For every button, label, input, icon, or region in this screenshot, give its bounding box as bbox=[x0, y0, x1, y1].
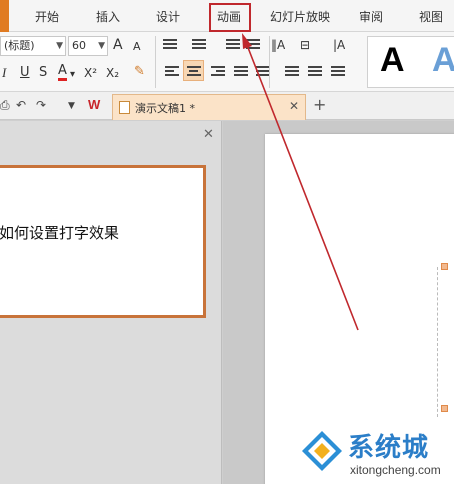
undo-icon[interactable]: ↶ bbox=[16, 98, 26, 112]
ribbon-divider bbox=[155, 36, 156, 88]
font-color-button[interactable]: A bbox=[58, 63, 67, 81]
chevron-down-icon[interactable]: ▾ bbox=[70, 66, 75, 84]
quick-access-bar: ⎙ ↶ ↷ ▼ W 演示文稿1 * ✕ + bbox=[0, 92, 454, 120]
tab-insert[interactable]: 插入 bbox=[96, 8, 120, 25]
increase-indent-icon[interactable] bbox=[246, 39, 260, 51]
underline-button[interactable]: U bbox=[20, 64, 30, 82]
slides-panel: ✕ 如何设置打字效果 bbox=[0, 121, 222, 484]
font-size-value: 60 bbox=[72, 39, 86, 52]
align-right-icon[interactable] bbox=[211, 66, 225, 78]
align-text-icon[interactable]: ⊟ bbox=[300, 36, 310, 54]
chevron-down-icon: ▼ bbox=[98, 41, 105, 51]
slide-thumbnail[interactable]: 如何设置打字效果 bbox=[0, 165, 206, 318]
shadow-button[interactable]: S bbox=[39, 64, 47, 82]
align-left-icon[interactable] bbox=[165, 66, 179, 78]
animation-tab-highlight bbox=[209, 3, 251, 32]
bullet-list-icon[interactable] bbox=[163, 39, 177, 51]
chevron-down-icon[interactable]: ▼ bbox=[68, 101, 75, 111]
document-tab[interactable]: 演示文稿1 * ✕ bbox=[112, 94, 306, 120]
resize-handle[interactable] bbox=[441, 263, 448, 270]
justify-icon[interactable] bbox=[234, 66, 248, 78]
text-box-frame[interactable] bbox=[437, 267, 454, 417]
document-title: 演示文稿1 * bbox=[135, 102, 195, 115]
ribbon-divider bbox=[269, 36, 270, 88]
site-watermark: 系统城 xitongcheng.com bbox=[300, 425, 454, 484]
resize-handle[interactable] bbox=[441, 405, 448, 412]
new-tab-button[interactable]: + bbox=[313, 95, 326, 114]
tab-view[interactable]: 视图 bbox=[419, 8, 443, 25]
format-painter-icon[interactable]: ✎ bbox=[134, 63, 145, 81]
paragraph-spacing-icon[interactable] bbox=[308, 66, 322, 78]
file-menu-accent[interactable] bbox=[0, 0, 9, 32]
close-icon[interactable]: ✕ bbox=[203, 127, 214, 142]
italic-button[interactable]: I bbox=[2, 64, 6, 82]
subscript-button[interactable]: X₂ bbox=[106, 64, 119, 82]
ribbon-toolbar: (标题) ▼ 60 ▼ A A I U S A ▾ X² X₂ ✎ ‖A ⊟ |… bbox=[0, 32, 454, 92]
app-window: 开始 插入 设计 动画 幻灯片放映 审阅 视图 (标题) ▼ 60 ▼ A A … bbox=[0, 0, 454, 484]
presentation-file-icon bbox=[119, 101, 130, 114]
superscript-button[interactable]: X² bbox=[84, 64, 97, 82]
watermark-brand: 系统城 bbox=[348, 433, 430, 463]
slide-thumbnail-text: 如何设置打字效果 bbox=[0, 224, 120, 242]
grow-font-button[interactable]: A bbox=[113, 36, 123, 54]
font-size-select[interactable]: 60 ▼ bbox=[68, 36, 108, 56]
ribbon-tab-bar: 开始 插入 设计 动画 幻灯片放映 审阅 视图 bbox=[0, 0, 454, 32]
redo-icon[interactable]: ↷ bbox=[36, 98, 46, 112]
chevron-down-icon: ▼ bbox=[56, 41, 63, 51]
text-style-blue[interactable]: A bbox=[432, 41, 454, 80]
line-spacing-icon[interactable] bbox=[285, 66, 299, 78]
print-icon[interactable]: ⎙ bbox=[0, 98, 10, 113]
watermark-url: xitongcheng.com bbox=[350, 463, 441, 477]
wps-logo: W bbox=[88, 97, 101, 112]
decrease-indent-icon[interactable] bbox=[226, 39, 240, 51]
text-direction-icon[interactable]: ‖A bbox=[271, 36, 285, 54]
font-name-value: (标题) bbox=[4, 39, 35, 52]
tab-slideshow[interactable]: 幻灯片放映 bbox=[270, 8, 330, 25]
watermark-logo-icon bbox=[302, 431, 342, 471]
tab-design[interactable]: 设计 bbox=[156, 8, 180, 25]
text-style-gallery[interactable]: A A bbox=[367, 36, 454, 88]
columns-icon[interactable] bbox=[331, 66, 345, 78]
align-center-icon[interactable] bbox=[187, 66, 201, 78]
tab-home[interactable]: 开始 bbox=[35, 8, 59, 25]
numbered-list-icon[interactable] bbox=[192, 39, 206, 51]
text-box-icon[interactable]: |A bbox=[333, 36, 345, 54]
tab-review[interactable]: 审阅 bbox=[359, 8, 383, 25]
distribute-icon[interactable] bbox=[256, 66, 270, 78]
shrink-font-button[interactable]: A bbox=[133, 38, 141, 56]
text-style-black[interactable]: A bbox=[380, 41, 405, 80]
font-name-select[interactable]: (标题) ▼ bbox=[0, 36, 66, 56]
close-icon[interactable]: ✕ bbox=[289, 99, 299, 113]
